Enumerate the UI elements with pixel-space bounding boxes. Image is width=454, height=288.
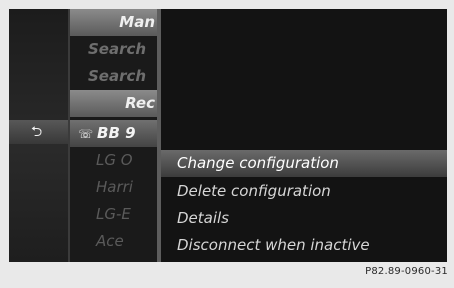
list-item-device[interactable]: Ace (70, 228, 159, 255)
list-header-recent: Rec (70, 90, 159, 117)
list-header-manage: Man (70, 9, 159, 36)
options-menu: Change configuration Delete configuratio… (161, 9, 447, 262)
menu-item-disconnect-when-inactive[interactable]: Disconnect when inactive (161, 232, 447, 259)
list-item-label: BB 9 (97, 124, 136, 142)
list-item-search-1[interactable]: Search (70, 36, 159, 63)
device-list: Man Search Search Rec ☏ BB 9 LG O Harri L… (68, 9, 159, 262)
list-item-selected-device[interactable]: ☏ BB 9 (70, 120, 159, 147)
display-screen: ⮌ Man Search Search Rec ☏ BB 9 LG O Harri… (9, 9, 447, 262)
menu-item-details[interactable]: Details (161, 205, 447, 232)
list-item-search-2[interactable]: Search (70, 63, 159, 90)
menu-item-change-configuration[interactable]: Change configuration (161, 150, 447, 177)
list-item-device[interactable]: LG O (70, 147, 159, 174)
left-strip: ⮌ (9, 9, 68, 262)
phone-icon: ☏ (78, 127, 94, 141)
back-button[interactable]: ⮌ (9, 120, 68, 144)
figure-caption: P82.89-0960-31 (365, 266, 448, 277)
list-item-device[interactable]: Harri (70, 174, 159, 201)
list-item-device[interactable]: LG-E (70, 201, 159, 228)
back-arrow-icon: ⮌ (31, 124, 43, 140)
menu-item-delete-configuration[interactable]: Delete configuration (161, 178, 447, 205)
